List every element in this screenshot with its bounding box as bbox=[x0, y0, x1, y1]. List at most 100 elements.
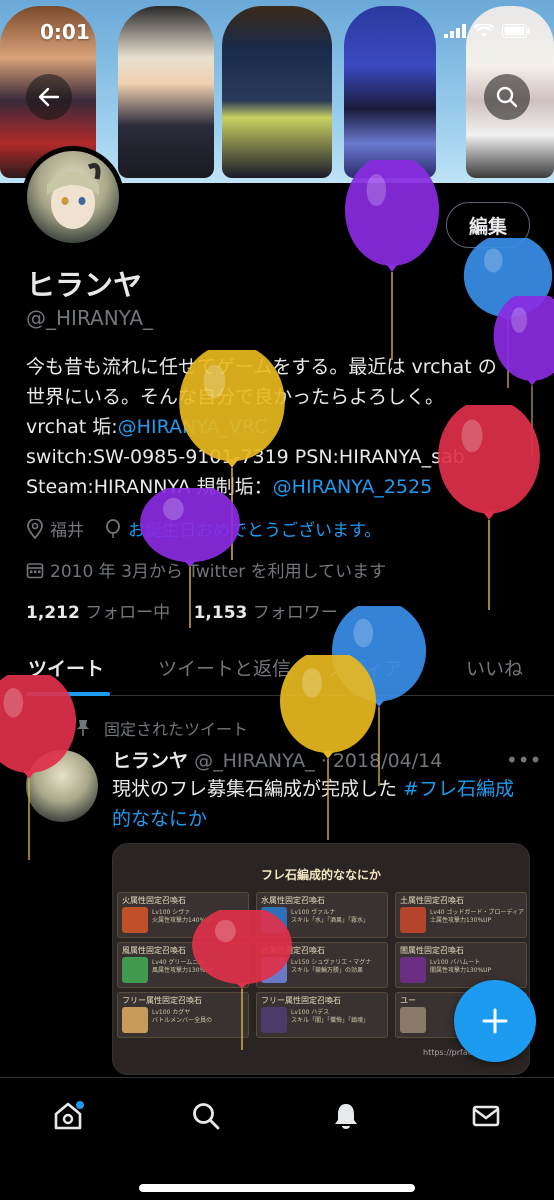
card-cell-image bbox=[400, 907, 426, 933]
card-cell-text: Lv40 グリームニル 風属性攻撃力130%UP bbox=[152, 959, 214, 974]
wifi-icon bbox=[474, 24, 494, 37]
search-button[interactable] bbox=[484, 74, 530, 120]
bio-line: 今も昔も流れに任せてゲームをする。最近は vrchat の bbox=[26, 356, 497, 378]
follow-stats: 1,212 フォロー中 1,153 フォロワー bbox=[26, 598, 338, 623]
following-link[interactable]: 1,212 フォロー中 bbox=[26, 603, 170, 623]
card-cell: 水属性固定召喚石 Lv100 ヴァルナ スキル「水」「酒果」「霧水」 bbox=[256, 892, 388, 938]
status-time: 0:01 bbox=[40, 20, 90, 44]
plus-icon bbox=[482, 1008, 508, 1034]
tweet-header: ヒランヤ @_HIRANYA_ · 2018/04/14 bbox=[112, 746, 442, 773]
card-cell-heading: 火属性固定召喚石 bbox=[122, 896, 186, 905]
followers-link[interactable]: 1,153 フォロワー bbox=[194, 603, 338, 623]
pinned-text: 固定されたツイート bbox=[104, 720, 249, 739]
card-cell-image bbox=[261, 1007, 287, 1033]
bio-link-vrc[interactable]: @HIRANYA_VRC bbox=[118, 416, 268, 438]
card-cell: 風属性固定召喚石 Lv40 グリームニル 風属性攻撃力130%UP bbox=[117, 942, 249, 988]
tab-tweets[interactable]: ツイート bbox=[28, 654, 104, 681]
back-button[interactable] bbox=[26, 74, 72, 120]
profile-joined-row: 2010 年 3月から Twitter を利用しています bbox=[26, 557, 386, 582]
status-icons bbox=[444, 24, 530, 38]
card-cell-heading: 風属性固定召喚石 bbox=[122, 946, 186, 955]
tweet-body: 現状のフレ募集石編成が完成した bbox=[112, 778, 404, 800]
card-title: フレ石編成的ななにか bbox=[260, 868, 381, 882]
card-cell: 土属性固定召喚石 Lv40 ゴッドガード・ブローディア 土属性攻撃力130%UP bbox=[395, 892, 527, 938]
tab-media[interactable]: メディア bbox=[328, 654, 403, 681]
home-icon bbox=[54, 1101, 84, 1130]
pinned-label: 固定されたツイート bbox=[76, 716, 248, 740]
compose-tweet-button[interactable] bbox=[454, 980, 536, 1062]
more-icon[interactable]: ••• bbox=[506, 748, 541, 772]
bio-line: Steam:HIRANNYA 規制垢：@HIRANYA_2525 bbox=[26, 472, 536, 502]
card-cell: 火属性固定召喚石 Lv100 シヴァ 火属性攻撃力140%UP bbox=[117, 892, 249, 938]
card-cell-image bbox=[122, 907, 148, 933]
card-cell-text: Lv40 ゴッドガード・ブローディア 土属性攻撃力130%UP bbox=[430, 909, 525, 924]
balloon bbox=[344, 160, 440, 360]
search-icon bbox=[193, 1103, 220, 1130]
mail-icon bbox=[472, 1105, 500, 1127]
followers-count: 1,153 bbox=[193, 603, 248, 623]
profile-meta-row: 福井 お誕生日おめでとうございます。 bbox=[26, 516, 381, 541]
nav-home[interactable] bbox=[48, 1096, 88, 1136]
nav-notifications[interactable] bbox=[326, 1096, 366, 1136]
card-cell-heading: 水属性固定召喚石 bbox=[261, 896, 325, 905]
card-cell: フリー属性固定召喚石 Lv100 ハデス スキル「闇」「懺悔」「鎮魂」 bbox=[256, 992, 388, 1038]
card-cell-image bbox=[261, 907, 287, 933]
nav-explore[interactable] bbox=[186, 1096, 226, 1136]
followers-label: フォロワー bbox=[252, 603, 338, 623]
avatar-face bbox=[47, 163, 101, 229]
tab-indicator bbox=[26, 692, 110, 696]
card-cell-image bbox=[400, 957, 426, 983]
banner-character-2 bbox=[118, 6, 214, 178]
card-cell-image bbox=[400, 1007, 426, 1033]
card-cell-image bbox=[122, 1007, 148, 1033]
card-cell-image bbox=[122, 957, 148, 983]
arrow-left-icon bbox=[38, 87, 60, 107]
bio-line: vrchat 垢:@HIRANYA_VRC bbox=[26, 412, 536, 442]
bell-icon bbox=[335, 1104, 357, 1129]
profile-bio: 今も昔も流れに任せてゲームをする。最近は vrchat の 世界にいる。そんな自… bbox=[26, 352, 536, 502]
profile-avatar[interactable] bbox=[22, 146, 124, 248]
card-cell-heading: フリー属性固定召喚石 bbox=[261, 996, 341, 1005]
search-icon bbox=[496, 86, 518, 108]
profile-location: 福井 bbox=[50, 521, 84, 541]
card-cell-heading: 闇属性固定召喚石 bbox=[400, 946, 464, 955]
bio-text: vrchat 垢: bbox=[26, 416, 118, 438]
bio-line: 世界にいる。そんな自分で良かったらよろしく。 bbox=[26, 386, 445, 408]
tweet-avatar[interactable] bbox=[26, 750, 98, 822]
following-count: 1,212 bbox=[26, 603, 80, 623]
card-cell-text: Lv100 ハデス スキル「闇」「懺悔」「鎮魂」 bbox=[291, 1009, 370, 1024]
nav-messages[interactable] bbox=[466, 1096, 506, 1136]
banner-character-4 bbox=[344, 6, 436, 178]
tweet-text: 現状のフレ募集石編成が完成した #フレ石編成的ななにか bbox=[112, 774, 532, 834]
tab-likes[interactable]: いいね bbox=[466, 654, 523, 681]
battery-icon bbox=[502, 24, 530, 38]
card-cell-heading: フリー属性固定召喚石 bbox=[122, 996, 202, 1005]
card-cell-text: Lv100 シヴァ 火属性攻撃力140%UP bbox=[152, 909, 214, 924]
banner-character-3 bbox=[222, 6, 332, 178]
edit-profile-button[interactable]: 編集 bbox=[446, 202, 530, 248]
card-cell-heading: ユー bbox=[400, 996, 416, 1005]
profile-name: ヒランヤ bbox=[26, 268, 143, 302]
location-pin-icon bbox=[27, 518, 43, 539]
pin-icon bbox=[77, 720, 89, 736]
tweet-author-name[interactable]: ヒランヤ bbox=[112, 750, 188, 772]
card-cell: フリー属性固定召喚石 Lv100 カグヤ バトルメンバー全員の bbox=[117, 992, 249, 1038]
tab-tweets-replies[interactable]: ツイートと返信 bbox=[158, 654, 291, 681]
card-cell-text: Lv100 ヴァルナ スキル「水」「酒果」「霧水」 bbox=[291, 909, 370, 924]
profile-handle: @_HIRANYA_ bbox=[26, 306, 154, 330]
signal-icon bbox=[444, 24, 466, 38]
card-cell: 光属性固定召喚石 Lv150 シュヴァリエ・マグナ スキル「競輪万勝」の効果 bbox=[256, 942, 388, 988]
following-label: フォロー中 bbox=[85, 603, 171, 623]
card-cell-heading: 光属性固定召喚石 bbox=[261, 946, 325, 955]
birthday-message[interactable]: お誕生日おめでとうございます。 bbox=[128, 516, 381, 541]
calendar-icon bbox=[26, 562, 44, 578]
card-cell-text: Lv100 カグヤ バトルメンバー全員の bbox=[152, 1009, 213, 1024]
tweet-handle-date: @_HIRANYA_ · 2018/04/14 bbox=[194, 750, 443, 772]
bio-text: Steam:HIRANNYA 規制垢： bbox=[26, 476, 273, 498]
home-indicator bbox=[139, 1184, 415, 1192]
bio-line: switch:SW-0985-9101-7319 PSN:HIRANYA_sab bbox=[26, 446, 465, 468]
profile-joined: 2010 年 3月から Twitter を利用しています bbox=[50, 562, 387, 582]
card-cell-text: Lv100 バハムート 闇属性攻撃力130%UP bbox=[430, 959, 492, 974]
bio-link-alt[interactable]: @HIRANYA_2525 bbox=[273, 476, 433, 498]
card-cell-heading: 土属性固定召喚石 bbox=[400, 896, 464, 905]
